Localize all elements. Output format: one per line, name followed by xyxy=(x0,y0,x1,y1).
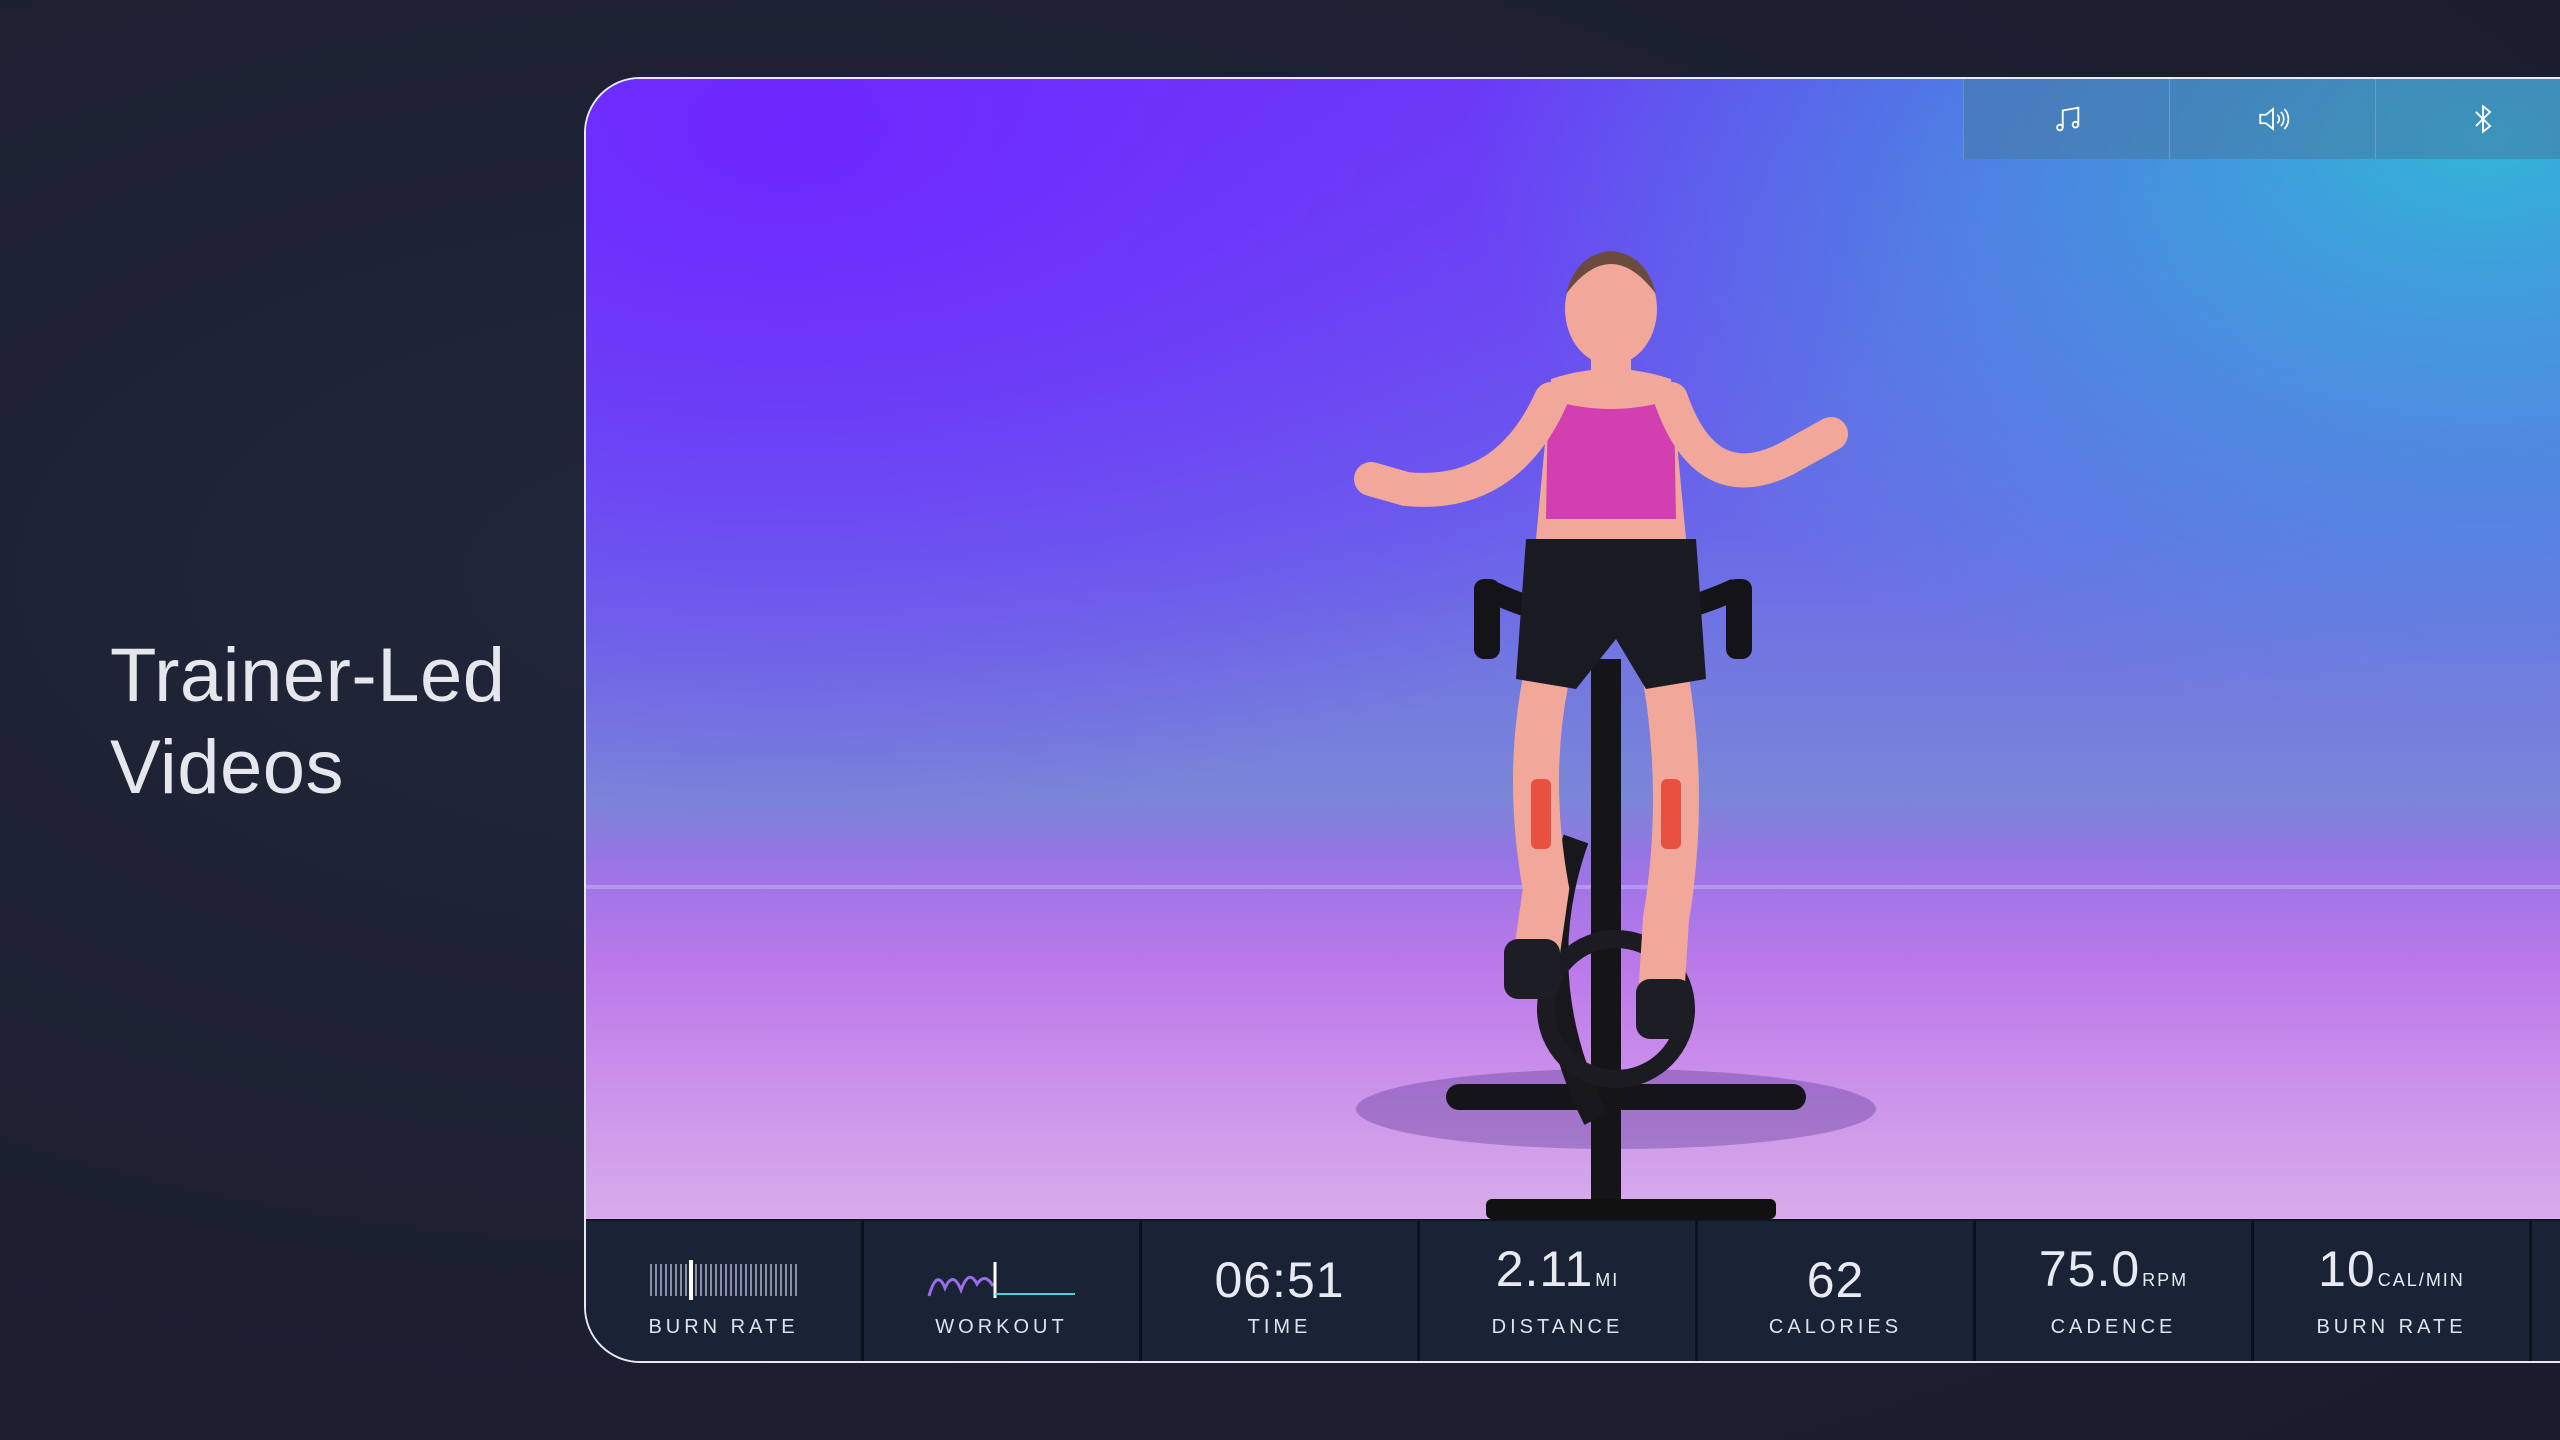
music-note-icon xyxy=(2055,106,2079,132)
workout-profile-chart-icon xyxy=(927,1262,1075,1298)
headline-line-2: Videos xyxy=(110,725,345,810)
time-value-wrap: 06:51 xyxy=(1214,1252,1344,1308)
distance-value-wrap: 2.11 MI xyxy=(1496,1241,1620,1308)
burn-rate-label: BURN RATE xyxy=(2316,1316,2467,1338)
workout-video[interactable] xyxy=(586,79,2560,1219)
time-label: TIME xyxy=(1247,1316,1312,1338)
workout-graphic xyxy=(927,1252,1077,1308)
app-screen: Trainer-Led Videos BURN RATE WORKOUT 06:… xyxy=(0,0,2560,1440)
distance-unit: MI xyxy=(1595,1270,1620,1290)
calories-value: 62 xyxy=(1806,1252,1865,1308)
burn-rate-value-wrap: 10 CAL/MIN xyxy=(2318,1241,2465,1308)
workout-profile: WORKOUT xyxy=(864,1221,1142,1361)
burn-rate-value: 10 xyxy=(2318,1241,2376,1297)
calories-label: CALORIES xyxy=(1768,1316,1903,1338)
distance-stat: 2.11 MI DISTANCE xyxy=(1420,1221,1698,1361)
distance-label: DISTANCE xyxy=(1491,1316,1624,1338)
burn-rate-graphic-label: BURN RATE xyxy=(648,1316,799,1338)
time-value: 06:51 xyxy=(1214,1252,1345,1308)
device-screen: BURN RATE WORKOUT 06:51 TIME 2.11 MI DIS… xyxy=(584,77,2560,1363)
cadence-unit: RPM xyxy=(2142,1270,2189,1290)
feature-headline: Trainer-Led Videos xyxy=(110,630,506,814)
cadence-stat: 75.0 RPM CADENCE xyxy=(1976,1221,2254,1361)
time-stat: 06:51 TIME xyxy=(1142,1221,1420,1361)
stats-bar: BURN RATE WORKOUT 06:51 TIME 2.11 MI DIS… xyxy=(586,1221,2560,1361)
top-control-bar xyxy=(1963,79,2560,159)
bluetooth-icon xyxy=(2475,104,2492,134)
calories-stat: 62 CALORIES xyxy=(1698,1221,1976,1361)
distance-value: 2.11 xyxy=(1495,1241,1594,1297)
calories-value-wrap: 62 xyxy=(1807,1252,1865,1308)
music-button[interactable] xyxy=(1963,79,2169,159)
burn-rate-stat: 10 CAL/MIN BURN RATE xyxy=(2254,1221,2532,1361)
headline-line-1: Trainer-Led xyxy=(110,633,506,718)
cadence-value: 75.0 xyxy=(2038,1241,2141,1297)
volume-button[interactable] xyxy=(2169,79,2375,159)
workout-label: WORKOUT xyxy=(935,1316,1068,1338)
speaker-icon xyxy=(2258,107,2289,131)
burn-rate-bars-icon xyxy=(649,1260,797,1300)
burn-rate-meter: BURN RATE xyxy=(586,1221,864,1361)
burn-rate-graphic xyxy=(649,1252,799,1308)
burn-rate-unit: CAL/MIN xyxy=(2377,1270,2465,1290)
cadence-value-wrap: 75.0 RPM xyxy=(2039,1241,2188,1308)
bluetooth-button[interactable] xyxy=(2375,79,2560,159)
instructor-on-bike xyxy=(1354,251,1876,1219)
cadence-label: CADENCE xyxy=(2050,1316,2177,1338)
